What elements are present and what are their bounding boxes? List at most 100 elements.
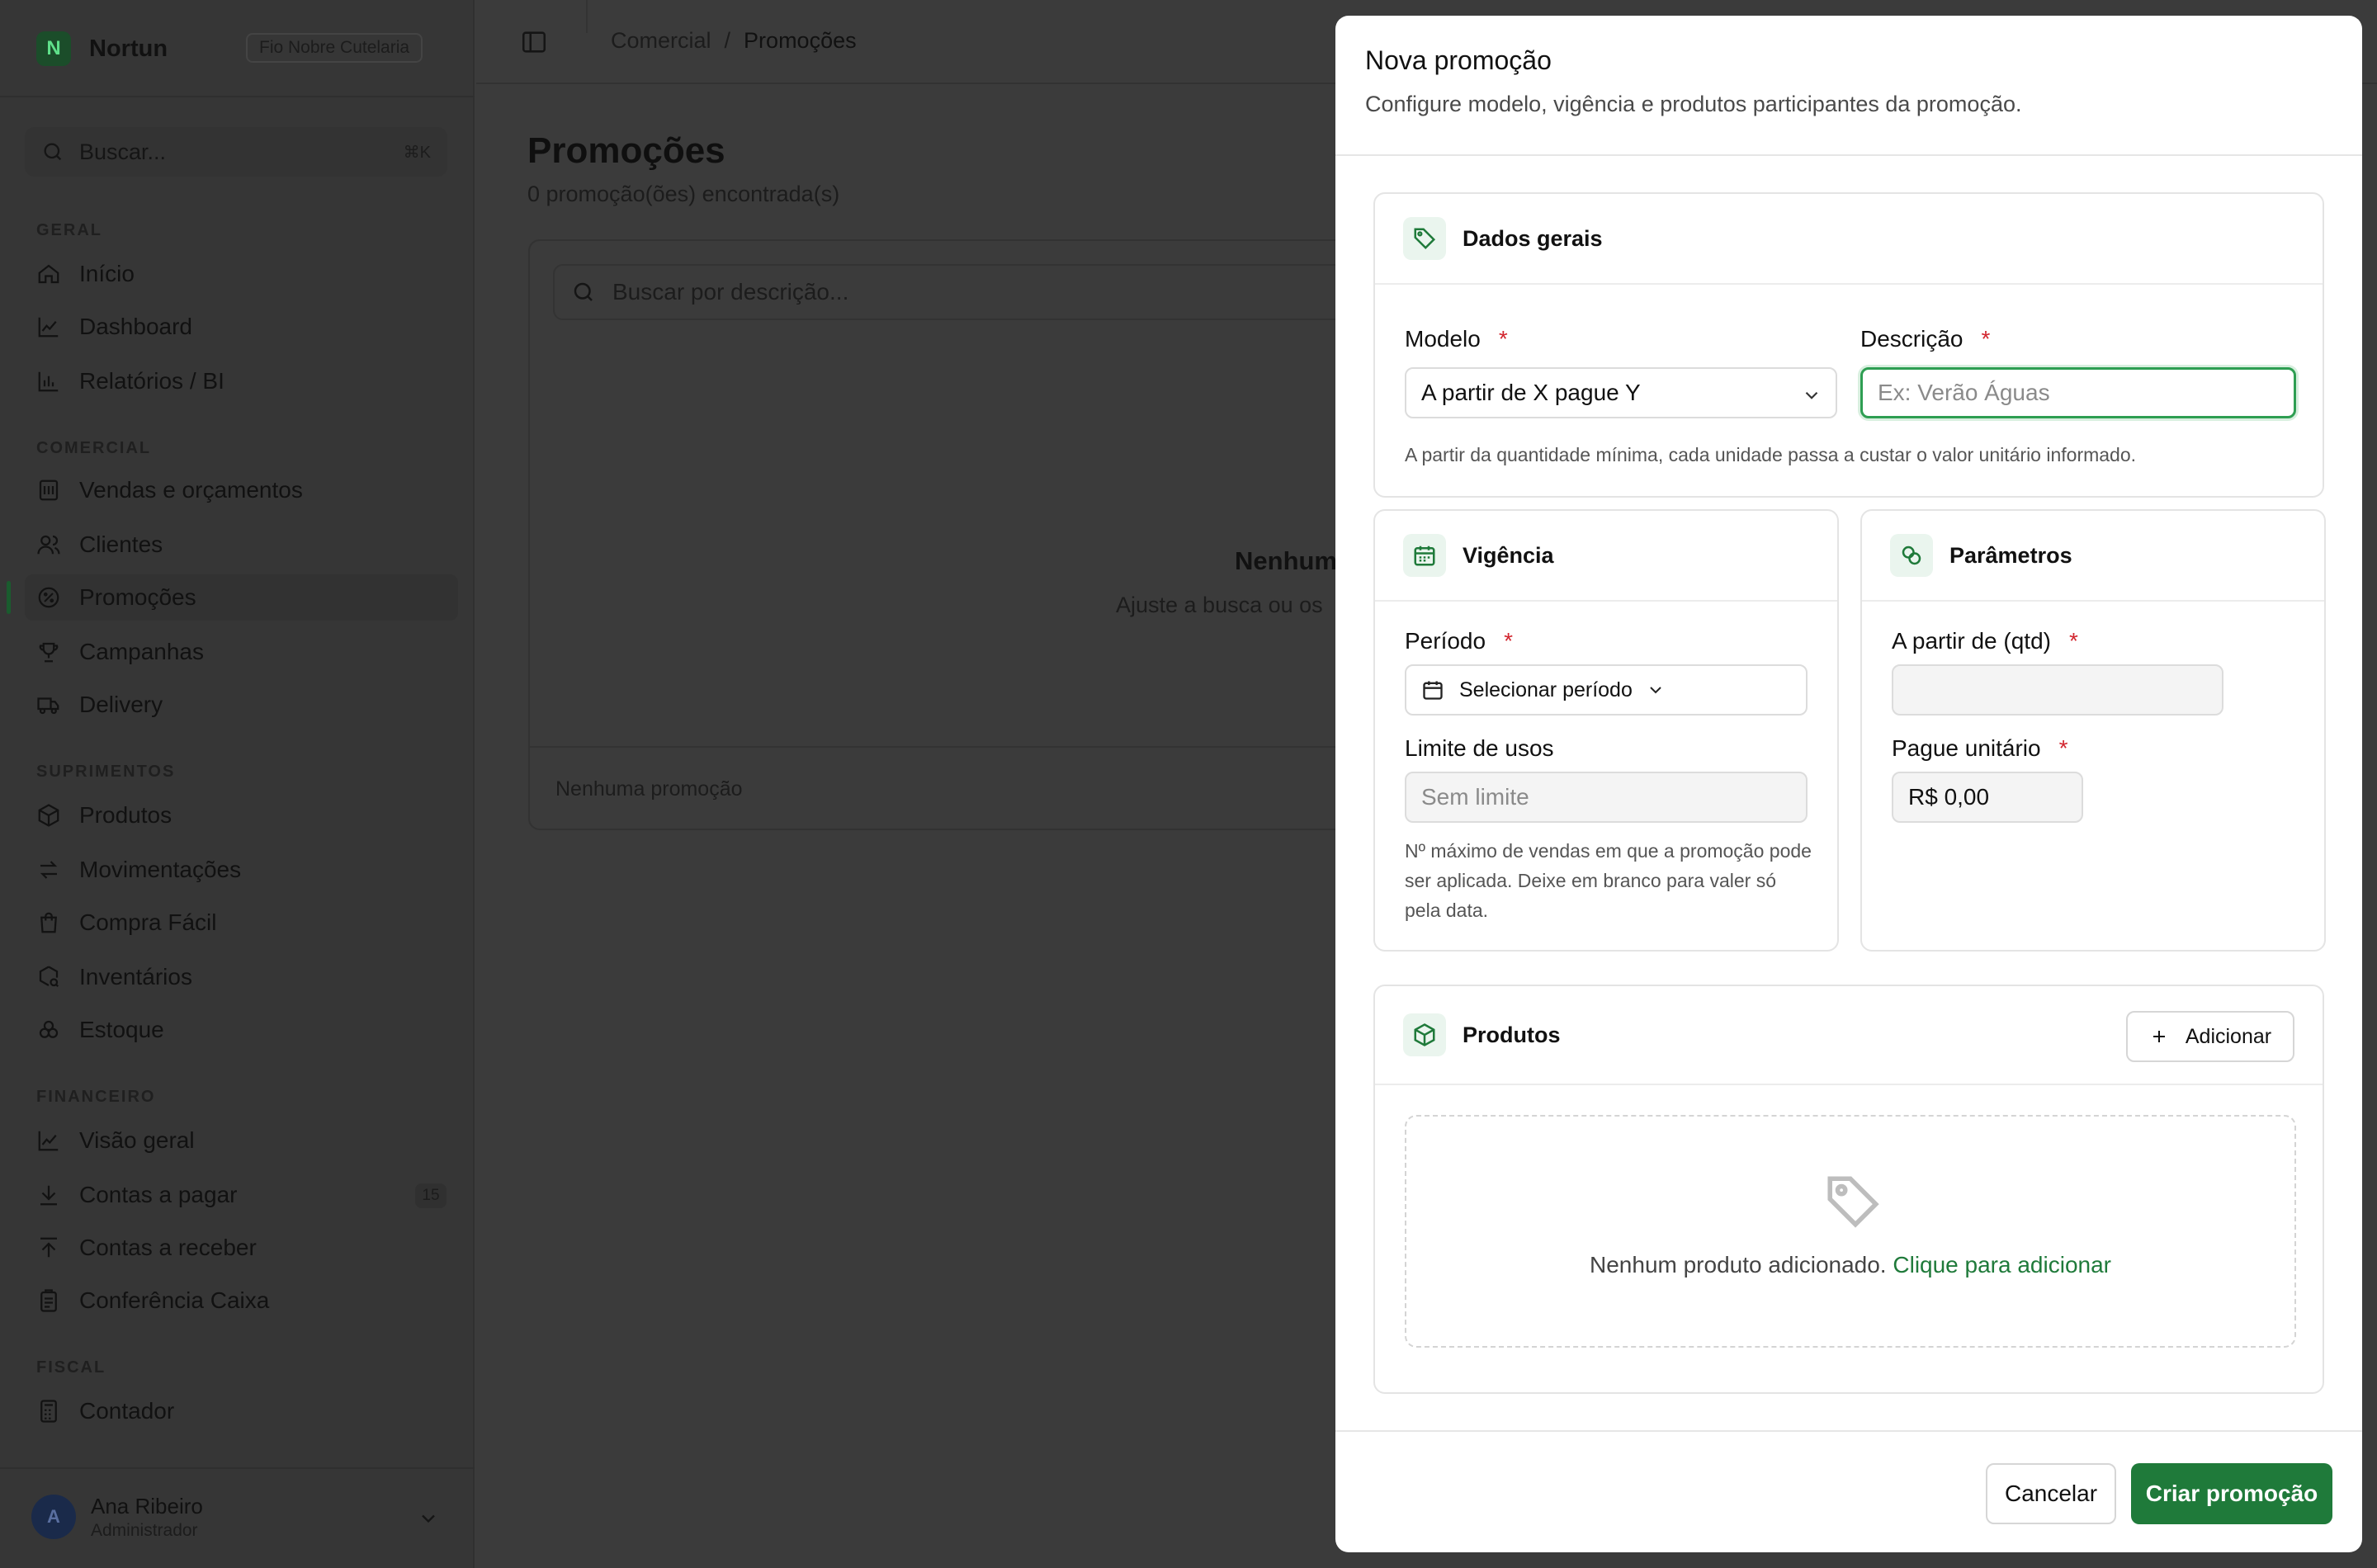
qty-label-text: A partir de (qtd) (1892, 628, 2051, 654)
limit-input[interactable]: Sem limite (1405, 772, 1808, 823)
period-label-text: Período (1405, 628, 1486, 654)
brand[interactable]: N Nortun (36, 28, 168, 69)
package-icon (1414, 1023, 1435, 1046)
upload-icon (40, 1237, 57, 1258)
description-input[interactable]: Ex: Verão Águas (1860, 367, 2296, 418)
sidebar-item-inicio[interactable]: Início (25, 251, 458, 297)
package-icon-badge (1403, 1013, 1446, 1056)
section-financeiro: FINANCEIRO (36, 1088, 156, 1106)
sidebar-item-relatorios[interactable]: Relatórios / BI (25, 358, 458, 404)
sidebar-item-contas-receber[interactable]: Contas a receber (25, 1225, 458, 1271)
user-role: Administrador (91, 1520, 198, 1540)
empty-state-title: Nenhum (1235, 546, 1337, 575)
sidebar-divider (0, 96, 475, 97)
cancel-button[interactable]: Cancelar (1986, 1463, 2116, 1524)
boxes-icon (39, 1020, 59, 1038)
period-label: Período * (1405, 628, 1513, 654)
sidebar-item-dashboard[interactable]: Dashboard (25, 304, 458, 350)
required-mark: * (1981, 326, 1991, 352)
avatar: A (31, 1495, 76, 1539)
search-icon (44, 143, 62, 161)
dialog-title: Nova promoção (1365, 45, 1552, 75)
sidebar-item-inventarios[interactable]: Inventários (25, 954, 458, 1000)
section-suprimentos: SUPRIMENTOS (36, 763, 176, 781)
limit-hint: Nº máximo de vendas em que a promoção po… (1405, 840, 1812, 921)
sidebar-item-vendas[interactable]: Vendas e orçamentos (25, 467, 458, 513)
new-promotion-dialog: Nova promoção Configure modelo, vigência… (1335, 16, 2362, 1552)
calendar-icon (1423, 681, 1443, 700)
promotions-search-input[interactable]: Buscar por descrição... (553, 264, 1362, 320)
page-title: Promoções (527, 130, 725, 171)
sidebar-item-campanhas[interactable]: Campanhas (25, 629, 458, 675)
user-menu[interactable]: A Ana Ribeiro Administrador (31, 1492, 448, 1542)
limit-placeholder: Sem limite (1421, 784, 1529, 810)
breadcrumb-parent[interactable]: Comercial (611, 28, 711, 54)
link-icon-badge (1890, 534, 1933, 577)
tag-icon (1414, 228, 1436, 250)
discount-icon (38, 587, 59, 608)
sidebar-item-delivery[interactable]: Delivery (25, 682, 458, 728)
sidebar-item-produtos[interactable]: Produtos (25, 792, 458, 838)
users-icon (37, 535, 60, 555)
add-product-link[interactable]: Clique para adicionar (1893, 1252, 2111, 1278)
sidebar-item-conferencia-caixa[interactable]: Conferência Caixa (25, 1278, 458, 1324)
search-shortcut: ⌘K (403, 143, 431, 162)
products-empty-dropzone[interactable]: Nenhum produto adicionado. Clique para a… (1405, 1115, 2296, 1348)
sidebar-item-clientes[interactable]: Clientes (25, 522, 458, 568)
sidebar-toggle-icon[interactable] (520, 28, 548, 56)
sidebar-item-promocoes[interactable]: Promoções (7, 574, 458, 621)
sidebar-item-label: Promoções (79, 584, 196, 610)
limit-label: Limite de usos (1405, 735, 1554, 761)
shopping-bag-icon (40, 912, 57, 933)
validity-title: Vigência (1463, 542, 1554, 568)
user-name: Ana Ribeiro (91, 1493, 203, 1518)
promotions-search-placeholder: Buscar por descrição... (612, 279, 849, 305)
add-product-label: Adicionar (2185, 1024, 2272, 1048)
sidebar-item-contas-pagar[interactable]: Contas a pagar 15 (25, 1172, 458, 1218)
add-product-button[interactable]: Adicionar (2126, 1011, 2294, 1062)
tenant-badge[interactable]: Fio Nobre Cutelaria (246, 33, 423, 63)
create-promotion-button[interactable]: Criar promoção (2131, 1463, 2332, 1524)
sidebar-item-label: Estoque (79, 1017, 164, 1042)
sidebar-item-visao-geral[interactable]: Visão geral (25, 1117, 458, 1164)
box-search-icon (39, 966, 59, 988)
sidebar-item-contador[interactable]: Contador (25, 1388, 458, 1434)
breadcrumb: Comercial / Promoções (611, 28, 857, 54)
breadcrumb-separator: / (724, 28, 731, 53)
parameters-header: Parâmetros (1862, 511, 2324, 602)
products-section: Produtos Adicionar Nenhum produto adicio… (1373, 985, 2324, 1394)
general-data-title: Dados gerais (1463, 225, 1603, 251)
trophy-icon (39, 642, 59, 663)
section-fiscal: FISCAL (36, 1358, 106, 1377)
count-badge: 15 (415, 1183, 447, 1208)
sidebar-item-compra-facil[interactable]: Compra Fácil (25, 900, 458, 946)
sidebar-item-estoque[interactable]: Estoque (25, 1007, 458, 1053)
section-geral: GERAL (36, 221, 102, 239)
truck-icon (37, 697, 59, 715)
sidebar-search[interactable]: Buscar... ⌘K (25, 127, 447, 177)
sidebar-item-label: Contas a pagar (79, 1182, 238, 1207)
sidebar-item-movimentacoes[interactable]: Movimentações (25, 847, 458, 893)
period-picker[interactable]: Selecionar período (1405, 664, 1808, 716)
download-icon (40, 1185, 57, 1206)
arrows-icon (40, 861, 58, 879)
sidebar-item-label: Visão geral (79, 1127, 195, 1153)
sidebar-item-label: Relatórios / BI (79, 368, 224, 394)
sidebar-item-label: Clientes (79, 531, 163, 557)
chevron-down-icon (422, 1514, 435, 1523)
model-label: Modelo * (1405, 326, 1508, 352)
sidebar-item-label: Contas a receber (79, 1235, 257, 1260)
promotions-card (528, 239, 1354, 830)
products-title: Produtos (1463, 1022, 1561, 1047)
breadcrumb-current: Promoções (744, 28, 857, 53)
sidebar-item-label: Contador (79, 1398, 175, 1424)
required-mark: * (1504, 628, 1513, 654)
unit-price-input[interactable]: R$ 0,00 (1892, 772, 2083, 823)
calendar-icon-badge (1403, 534, 1446, 577)
qty-input[interactable] (1892, 664, 2223, 716)
chevron-down-icon (1805, 391, 1818, 399)
model-select[interactable]: A partir de X pague Y (1405, 367, 1837, 418)
validity-section: Vigência Período * Selecionar período Lim… (1373, 509, 1839, 952)
section-comercial: COMERCIAL (36, 439, 152, 457)
required-mark: * (2068, 628, 2078, 654)
